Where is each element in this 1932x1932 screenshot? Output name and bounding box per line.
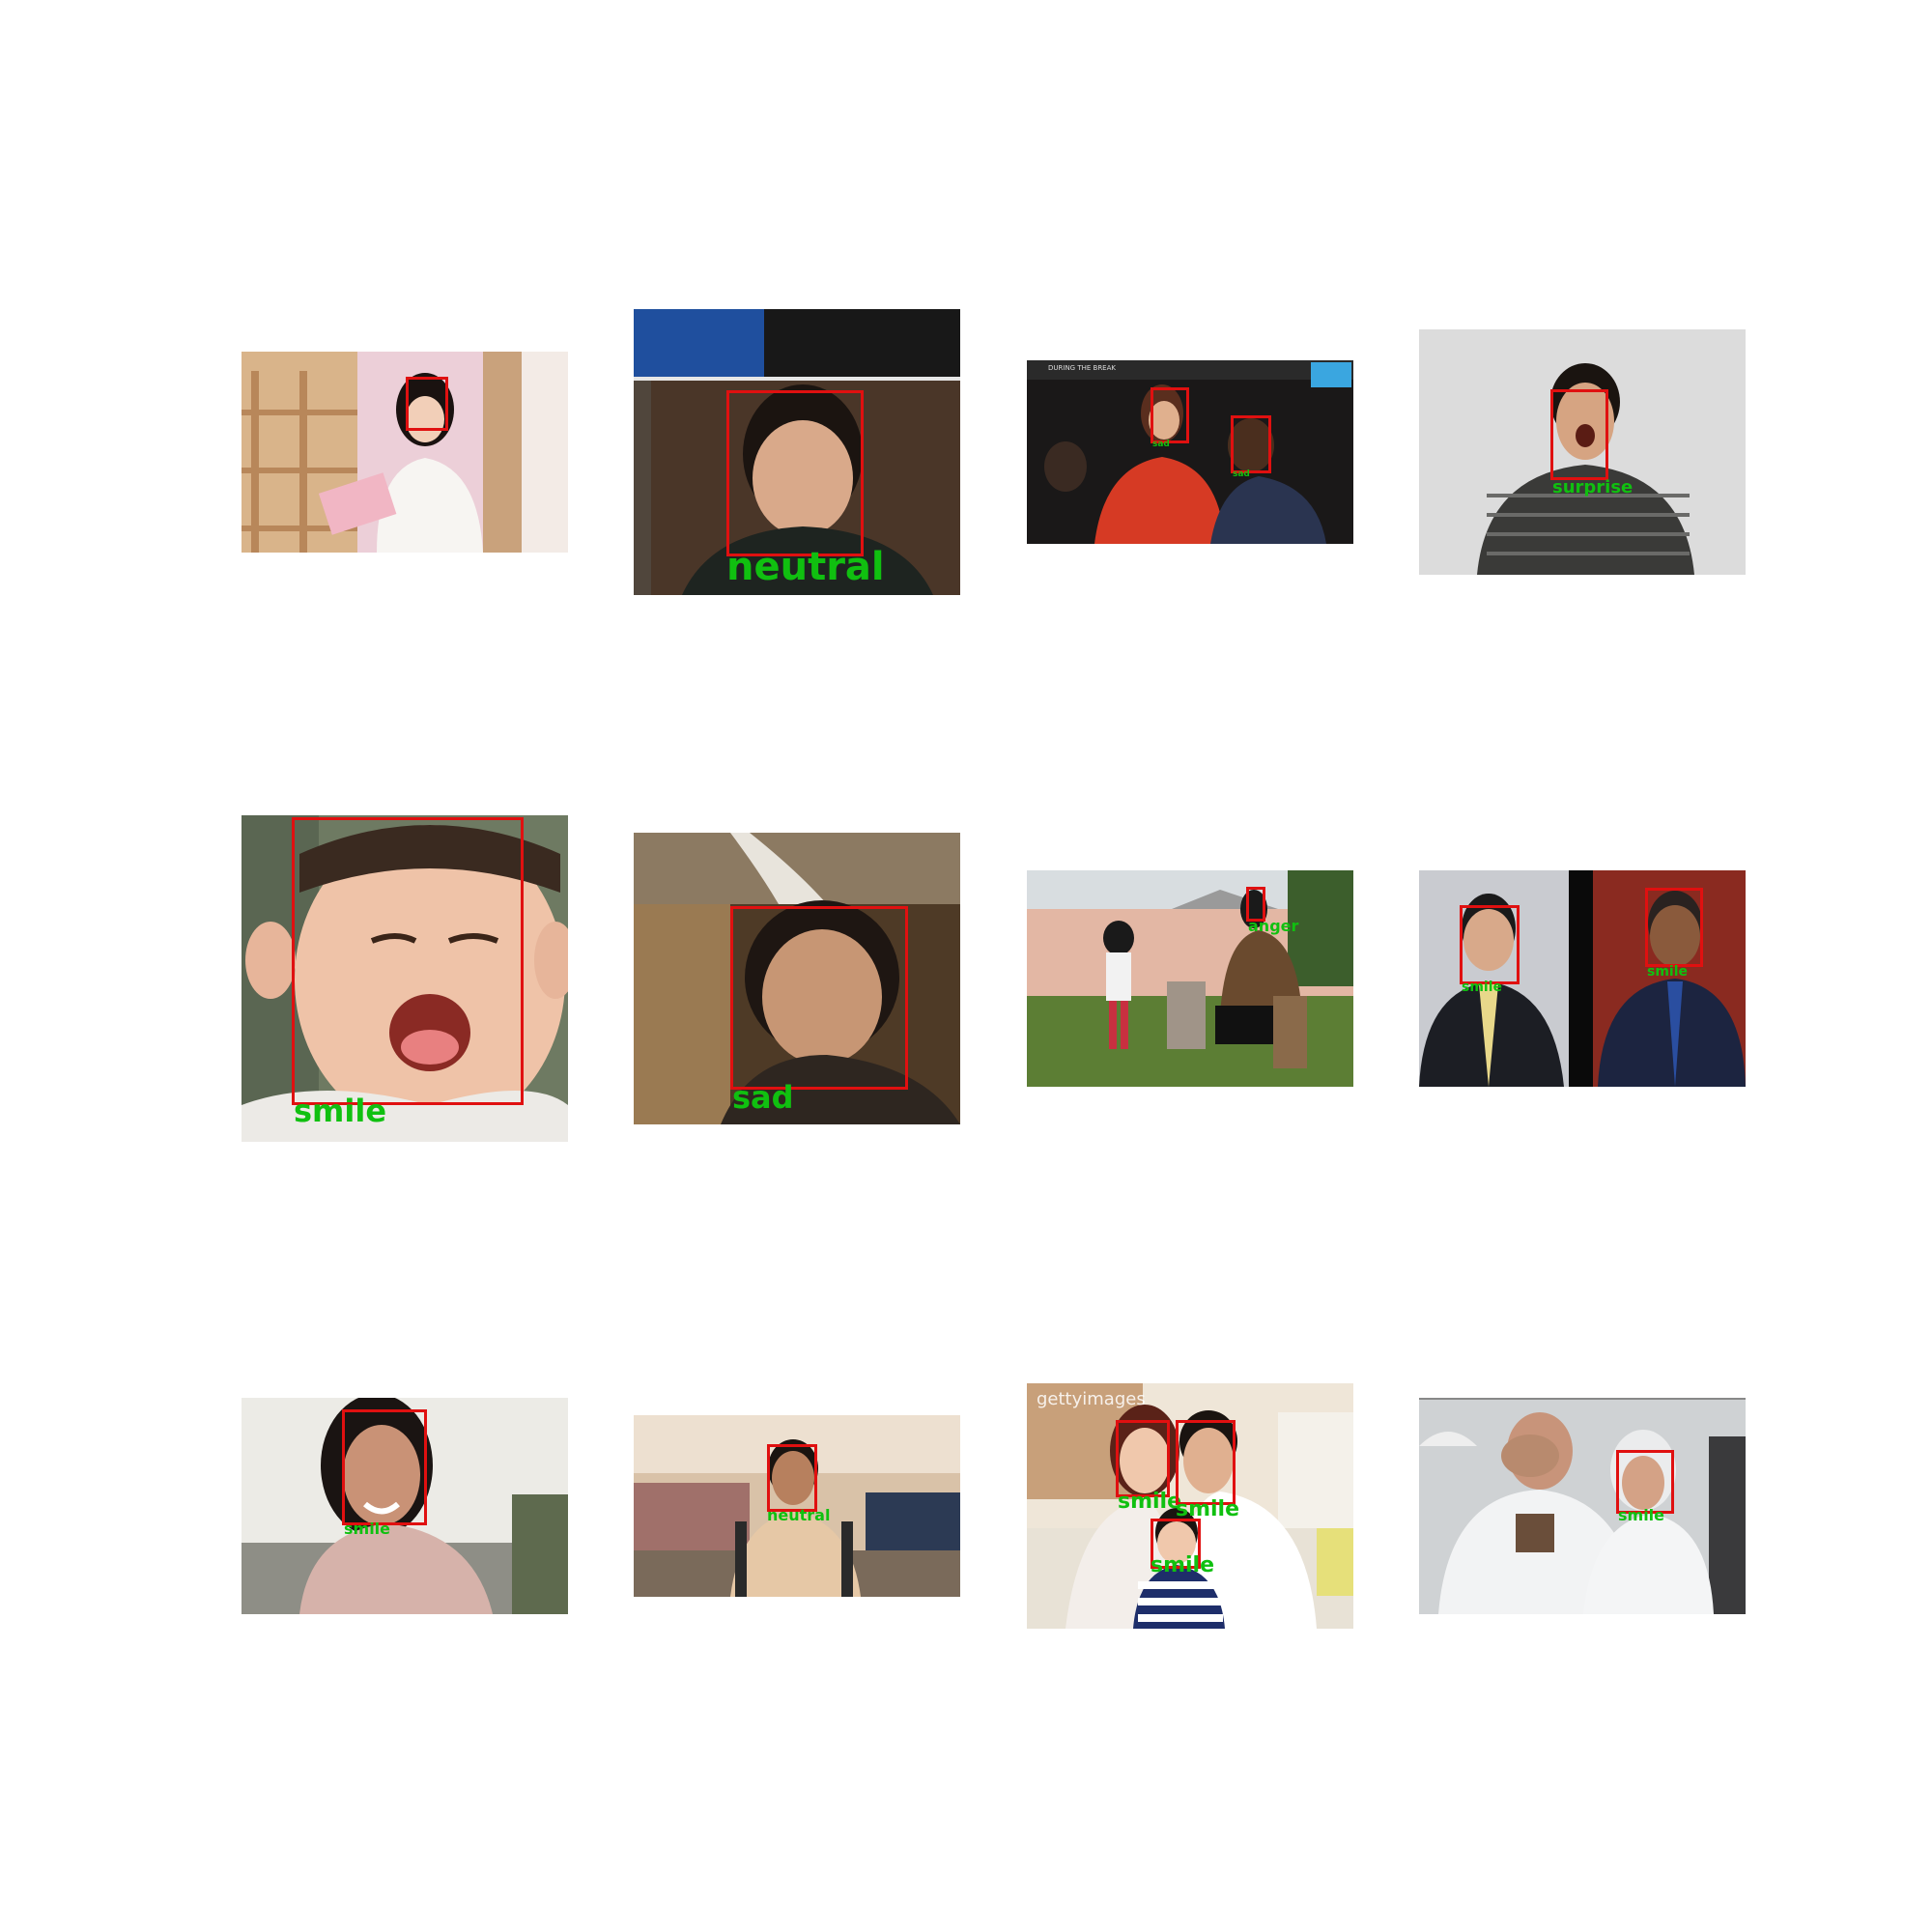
emotion-label: smile — [1647, 964, 1689, 980]
photo-tile-woman-child-yard: anger — [1027, 870, 1353, 1087]
photo-tile-woman-pink-box — [242, 352, 568, 553]
face-box — [342, 1409, 427, 1525]
emotion-label: sad — [1233, 469, 1250, 479]
face-box — [767, 1444, 817, 1512]
photo-woman-pink-box — [242, 352, 568, 553]
face-box — [406, 377, 448, 431]
face-box — [726, 390, 864, 556]
overlay-caption: DURING THE BREAK — [1048, 364, 1116, 372]
emotion-label: neutral — [767, 1506, 831, 1524]
emotion-label: smile — [1176, 1497, 1240, 1521]
emotion-label: smile — [344, 1520, 391, 1538]
emotion-label: smile — [1118, 1490, 1182, 1514]
face-box — [292, 817, 524, 1105]
photo-tile-two-politicians: smile smile — [1419, 870, 1746, 1087]
photo-men-raincoats — [1419, 1398, 1746, 1614]
emotion-label: sad — [732, 1079, 794, 1116]
emotion-label: sad — [1152, 440, 1170, 449]
emotion-label: surprise — [1552, 477, 1634, 497]
face-box — [1231, 415, 1271, 473]
emotion-label: anger — [1248, 917, 1299, 935]
emotion-label: smile — [294, 1093, 387, 1129]
face-box — [1645, 888, 1703, 967]
face-box — [730, 906, 908, 1090]
photo-woman-child-yard — [1027, 870, 1353, 1087]
face-box — [1116, 1420, 1170, 1497]
face-box — [1550, 389, 1608, 480]
emotion-label: smile — [1151, 1553, 1215, 1577]
emotion-label: smile — [1462, 980, 1503, 995]
photo-tile-man-shocked-drama: neutral — [634, 309, 960, 595]
photo-tile-woman-smiling-coast: smile — [242, 1398, 568, 1614]
photo-tile-man-sad-drama: sad — [634, 833, 960, 1124]
photo-tile-man-street: neutral — [634, 1415, 960, 1597]
face-box — [1616, 1450, 1674, 1514]
watermark: gettyimages — [1037, 1389, 1146, 1409]
photo-tile-men-raincoats: smile — [1419, 1398, 1746, 1614]
photo-basketball-fans — [1027, 360, 1353, 544]
photo-tile-happy-family: gettyimages smile smile smile — [1027, 1383, 1353, 1629]
emotion-label: neutral — [726, 545, 885, 589]
face-box — [1176, 1420, 1236, 1505]
emotion-label: smile — [1618, 1506, 1665, 1524]
face-box — [1151, 387, 1189, 443]
photo-tile-basketball-fans: DURING THE BREAK sad sad — [1027, 360, 1353, 544]
photo-tile-laughing-baby: smile — [242, 815, 568, 1142]
face-box — [1460, 905, 1520, 984]
photo-tile-man-surprised: surprise — [1419, 329, 1746, 575]
